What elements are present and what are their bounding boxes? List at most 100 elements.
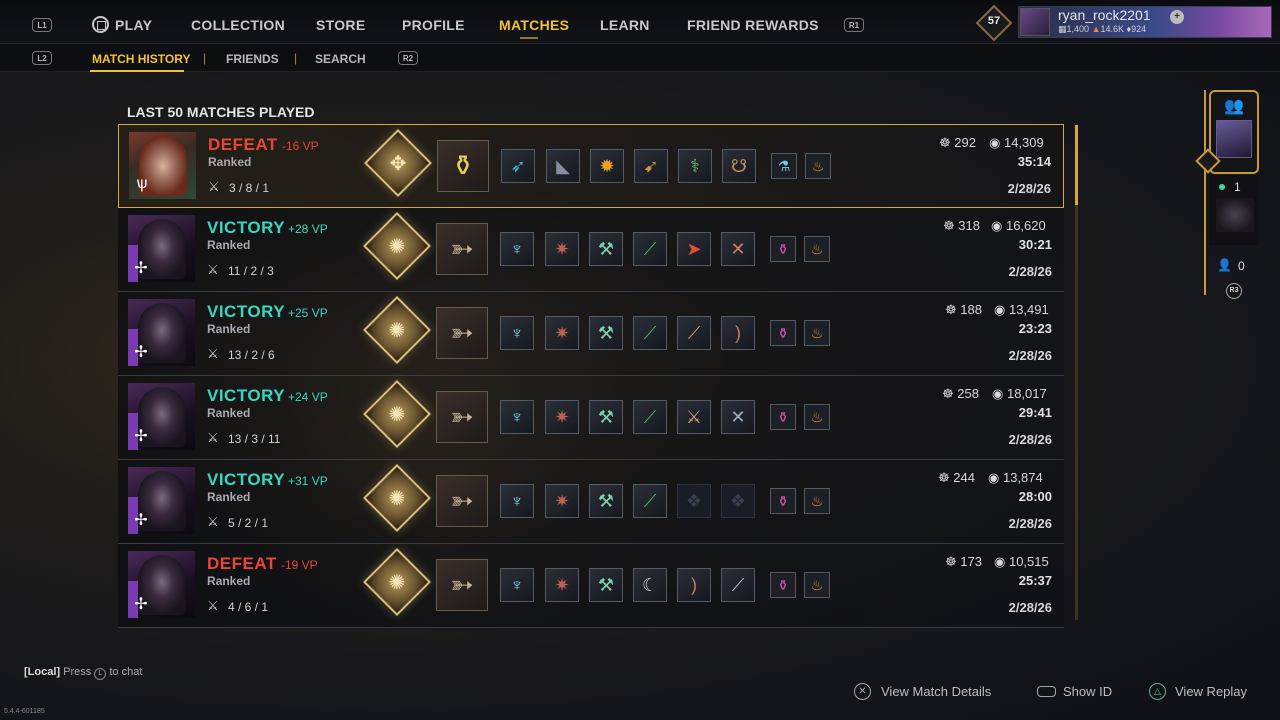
consumable-pink-potion-icon: ⚱	[770, 320, 796, 346]
item-blade-icon: ⟋	[633, 232, 667, 266]
item-trident-icon: ♆	[500, 400, 534, 434]
play-icon	[92, 16, 109, 33]
scrollbar-thumb[interactable]	[1075, 125, 1078, 205]
consumable-flame-icon: ♨	[804, 488, 830, 514]
class-icon: ✢	[134, 428, 148, 445]
match-date: 2/28/26	[1008, 348, 1052, 363]
match-duration: 29:41	[1018, 405, 1052, 420]
nav-collection[interactable]: COLLECTION	[191, 17, 285, 33]
character-portrait: ✢	[128, 215, 195, 282]
item-trident-icon: ♆	[500, 232, 534, 266]
view-match-details-button[interactable]: View Match Details	[881, 684, 991, 699]
item-fire-icon: ✹	[590, 149, 624, 183]
class-icon: ✢	[134, 596, 148, 613]
stat-group: ◉ 18,017	[992, 386, 1047, 402]
consumable-flame-icon: ♨	[805, 153, 831, 179]
match-list: ѱ DEFEAT -16 VP Ranked ⚔ 3 / 8 / 1 ✥ ⚱ ➶…	[118, 124, 1064, 628]
tab-separator: |	[203, 51, 207, 65]
nav-play[interactable]: PLAY	[115, 17, 152, 33]
weapon-slot: ➳	[436, 391, 488, 443]
item-arrow-icon: ➹	[634, 149, 668, 183]
social-panel-rail	[1204, 90, 1206, 295]
consumable-pink-potion-icon: ⚱	[770, 236, 796, 262]
tab-friends[interactable]: FRIENDS	[226, 52, 279, 66]
cross-button-icon: ✕	[854, 683, 871, 700]
currency-b-value: 14.6K	[1100, 24, 1125, 34]
consumable-pink-potion-icon: ⚱	[770, 572, 796, 598]
l1-button-hint[interactable]: L1	[32, 18, 52, 32]
match-row[interactable]: ✢ VICTORY +31 VP Ranked ⚔ 5 / 2 / 1 ✺ ➳ …	[118, 460, 1064, 544]
kda: 13 / 2 / 6	[228, 348, 275, 362]
r2-button-hint[interactable]: R2	[398, 51, 418, 65]
crossed-swords-icon: ⚔	[207, 430, 219, 445]
vp-change: -19 VP	[281, 558, 318, 572]
item-dagger-icon: ⟋	[677, 316, 711, 350]
match-row[interactable]: ✢ VICTORY +25 VP Ranked ⚔ 13 / 2 / 6 ✺ ➳…	[118, 292, 1064, 376]
match-mode: Ranked	[207, 322, 251, 336]
item-axe-icon: ⚒	[589, 484, 623, 518]
kda: 13 / 3 / 11	[228, 432, 281, 446]
tab-search[interactable]: SEARCH	[315, 52, 366, 66]
stat-group: ☸ 244	[938, 470, 975, 486]
friend-request-icon[interactable]: 👤	[1217, 258, 1232, 272]
match-row[interactable]: ✢ VICTORY +28 VP Ranked ⚔ 11 / 2 / 3 ✺ ➳…	[118, 208, 1064, 292]
crossed-swords-icon: ⚔	[207, 262, 219, 277]
social-avatar[interactable]	[1216, 120, 1252, 158]
consumable-flame-icon: ♨	[804, 404, 830, 430]
view-replay-button[interactable]: View Replay	[1175, 684, 1247, 699]
empty-item-slot-icon: ❖	[721, 484, 755, 518]
damage-icon: ◉	[988, 470, 1000, 485]
crossed-swords-icon: ⚔	[207, 598, 219, 613]
character-portrait: ✢	[128, 299, 195, 366]
item-axe-icon: ⚒	[589, 568, 623, 602]
nav-active-indicator	[520, 37, 538, 39]
match-result: DEFEAT	[208, 135, 278, 154]
match-mode: Ranked	[207, 490, 251, 504]
currency-c-value: 924	[1131, 24, 1147, 34]
gold-icon: ☸	[945, 302, 957, 317]
item-bow-icon: )	[721, 316, 755, 350]
stat-group: ◉ 13,874	[988, 470, 1043, 486]
match-date: 2/28/26	[1008, 264, 1052, 279]
match-row[interactable]: ѱ DEFEAT -16 VP Ranked ⚔ 3 / 8 / 1 ✥ ⚱ ➶…	[118, 124, 1064, 208]
match-result: DEFEAT	[207, 554, 277, 573]
nav-matches[interactable]: MATCHES	[499, 17, 569, 33]
tab-match-history[interactable]: MATCH HISTORY	[92, 52, 190, 66]
r1-button-hint[interactable]: R1	[844, 18, 864, 32]
match-row[interactable]: ✢ DEFEAT -19 VP Ranked ⚔ 4 / 6 / 1 ✺ ➳ ♆…	[118, 544, 1064, 628]
match-result: VICTORY	[207, 470, 286, 489]
show-id-button[interactable]: Show ID	[1063, 684, 1112, 699]
crossbow-icon: ➳	[450, 233, 474, 264]
profile-avatar	[1020, 8, 1050, 36]
l2-button-hint[interactable]: L2	[32, 51, 52, 65]
gold-icon: ☸	[942, 386, 954, 401]
item-spear-icon: ➶	[501, 149, 535, 183]
nav-learn[interactable]: LEARN	[600, 17, 650, 33]
match-duration: 28:00	[1018, 489, 1052, 504]
nav-store[interactable]: STORE	[316, 17, 365, 33]
damage-icon: ◉	[994, 302, 1006, 317]
online-status-icon	[1219, 184, 1225, 190]
nav-friend-rewards[interactable]: FRIEND REWARDS	[687, 17, 819, 33]
item-axe-icon: ⚒	[589, 316, 623, 350]
triangle-button-icon: △	[1149, 683, 1166, 700]
item-mace-icon: ✷	[545, 484, 579, 518]
match-row[interactable]: ✢ VICTORY +24 VP Ranked ⚔ 13 / 3 / 11 ✺ …	[118, 376, 1064, 460]
character-portrait: ѱ	[129, 132, 196, 199]
online-friend-avatar[interactable]	[1216, 198, 1254, 232]
r3-button-hint[interactable]: R3	[1226, 283, 1242, 299]
item-mace-icon: ✷	[545, 232, 579, 266]
damage-icon: ◉	[989, 135, 1001, 150]
chat-hint: [Local] Press L to chat	[24, 666, 142, 680]
plus-icon: +	[1170, 10, 1184, 24]
stat-damage: 16,620	[1005, 218, 1046, 233]
class-icon: ✢	[134, 260, 148, 277]
character-portrait: ✢	[128, 383, 195, 450]
match-date: 2/28/26	[1008, 432, 1052, 447]
rank-icon: ✥	[389, 153, 407, 175]
online-count: 1	[1234, 180, 1241, 194]
crossed-swords-icon: ⚔	[207, 346, 219, 361]
nav-profile[interactable]: PROFILE	[402, 17, 465, 33]
consumable-flame-icon: ♨	[804, 236, 830, 262]
tab-separator: |	[294, 51, 298, 65]
